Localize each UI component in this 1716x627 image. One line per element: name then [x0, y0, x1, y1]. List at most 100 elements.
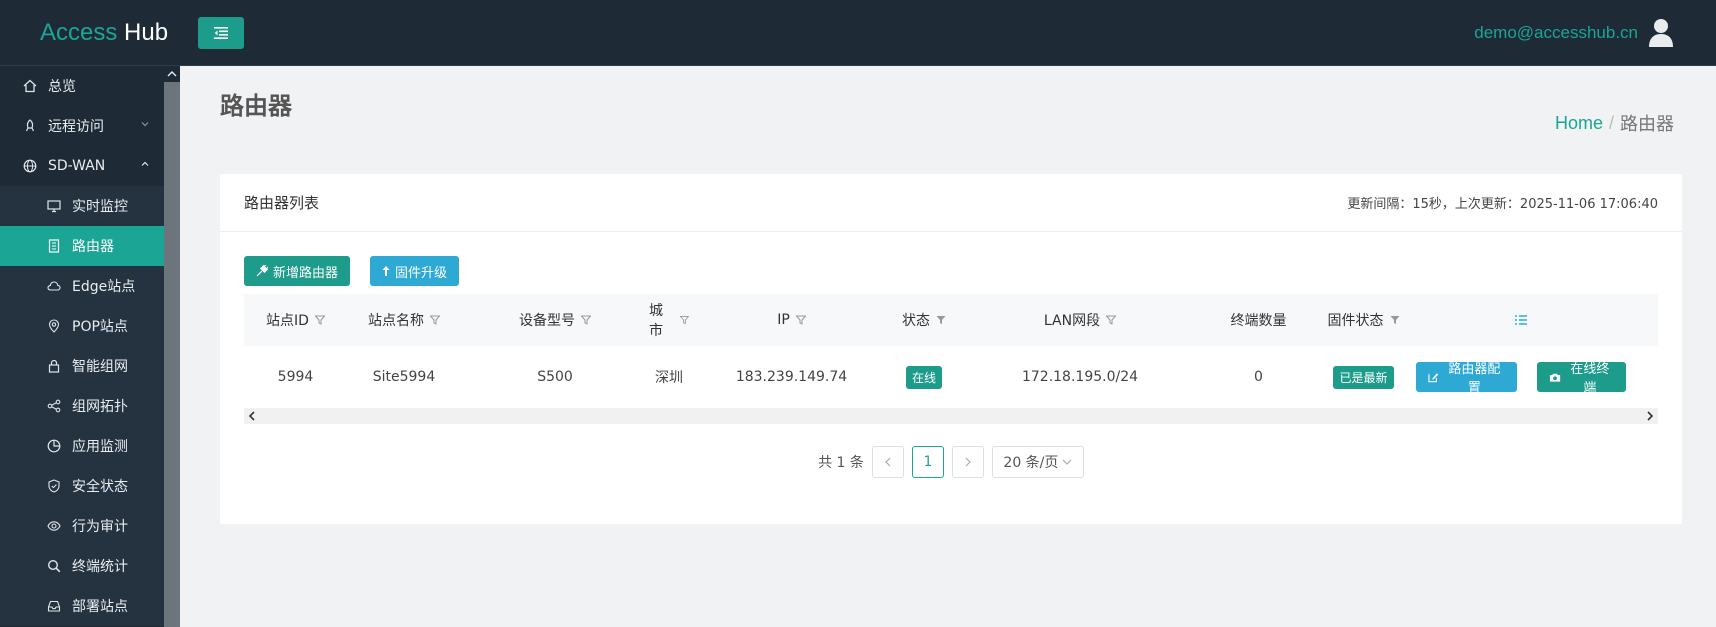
- scroll-left-arrow-icon[interactable]: [248, 411, 256, 421]
- prev-page-button[interactable]: [871, 446, 904, 478]
- header-site-id[interactable]: 站点ID: [244, 310, 347, 330]
- rocket-icon: [22, 118, 38, 134]
- search-icon: [46, 558, 62, 574]
- sidebar-item-remote-access[interactable]: 远程访问: [0, 106, 164, 146]
- status-badge: 在线: [905, 365, 942, 389]
- cell-city: 深圳: [655, 370, 683, 386]
- sidebar-item-topology[interactable]: 组网拓扑: [0, 386, 164, 426]
- sidebar-item-router[interactable]: 路由器: [0, 226, 164, 266]
- header-label: LAN网段: [1043, 313, 1101, 329]
- scroll-up-arrow-icon[interactable]: [164, 66, 180, 82]
- chevron-left-icon: [885, 457, 891, 467]
- pagination-total: 共 1 条: [818, 455, 864, 471]
- camera-icon: [1549, 373, 1560, 382]
- router-table: 站点ID 站点名称 设备型号 城市 IP 状态 LAN网段 终端数量 固件状态 …: [244, 294, 1658, 424]
- sidebar-scrollbar[interactable]: [164, 66, 180, 627]
- sidebar-item-behavior-audit[interactable]: 行为审计: [0, 506, 164, 546]
- user-area[interactable]: demo@accesshub.cn: [1474, 18, 1674, 48]
- sidebar-item-deploy-site[interactable]: 部署站点: [0, 586, 164, 626]
- header-label: 城市: [649, 303, 663, 339]
- scroll-right-arrow-icon[interactable]: [1646, 411, 1654, 421]
- table-row: 5994 Site5994 S500 深圳 183.239.149.74 在线 …: [244, 346, 1658, 408]
- brand-part1: Access: [40, 18, 118, 46]
- breadcrumb: Home / 路由器: [1555, 110, 1674, 136]
- next-page-button[interactable]: [951, 446, 984, 478]
- cell-lan: 172.18.195.0/24: [1021, 369, 1139, 385]
- monitor-icon: [46, 198, 62, 214]
- breadcrumb-home-link[interactable]: Home: [1555, 113, 1603, 134]
- menu-toggle-button[interactable]: [198, 16, 244, 49]
- breadcrumb-separator: /: [1608, 112, 1614, 133]
- filter-icon[interactable]: [430, 315, 440, 325]
- brand-logo[interactable]: Access Hub: [0, 18, 168, 47]
- online-terminals-button[interactable]: 在线终端: [1536, 361, 1626, 395]
- sidebar-item-label: SD-WAN: [48, 158, 106, 174]
- router-config-label: 路由器配置: [1448, 361, 1501, 395]
- chevron-up-icon: [141, 161, 149, 166]
- user-email[interactable]: demo@accesshub.cn: [1474, 23, 1638, 43]
- header-label: IP: [777, 312, 790, 328]
- firmware-badge: 已是最新: [1333, 365, 1394, 389]
- home-icon: [22, 78, 38, 94]
- cell-firmware: 已是最新: [1311, 365, 1416, 389]
- router-config-button[interactable]: 路由器配置: [1416, 361, 1517, 395]
- filter-icon[interactable]: [1106, 315, 1117, 325]
- column-list-icon[interactable]: [1515, 315, 1527, 325]
- sidebar-item-app-monitor[interactable]: 应用监测: [0, 426, 164, 466]
- sidebar-item-sd-wan[interactable]: SD-WAN: [0, 146, 164, 186]
- sidebar-item-security-status[interactable]: 安全状态: [0, 466, 164, 506]
- sidebar-item-label: 终端统计: [72, 559, 128, 575]
- filter-icon[interactable]: [314, 315, 325, 325]
- header-ip[interactable]: IP: [689, 312, 894, 328]
- router-icon: [46, 238, 62, 254]
- table-header: 站点ID 站点名称 设备型号 城市 IP 状态 LAN网段 终端数量 固件状态: [244, 294, 1658, 346]
- cell-status: 在线: [894, 365, 954, 389]
- sidebar-menu: 总览 远程访问 SD-WAN 实时监控 路由器 Edge站点 POP站点 智能组…: [0, 66, 164, 626]
- page-number-button[interactable]: 1: [911, 446, 944, 478]
- lock-icon: [46, 358, 62, 374]
- page-size-select[interactable]: 20 条/页: [991, 446, 1084, 478]
- sidebar-item-label: 远程访问: [48, 119, 104, 135]
- update-info: 更新间隔：15秒，上次更新：2025-11-06 17:06:40: [1347, 197, 1658, 212]
- online-terminals-label: 在线终端: [1570, 361, 1610, 395]
- pagination: 共 1 条 1 20 条/页: [220, 446, 1682, 478]
- main-content: 路由器 Home / 路由器 路由器列表 更新间隔：15秒，上次更新：2025-…: [180, 66, 1716, 627]
- add-router-button[interactable]: 新增路由器: [244, 256, 351, 286]
- sidebar-item-smart-network[interactable]: 智能组网: [0, 346, 164, 386]
- router-list-card: 路由器列表 更新间隔：15秒，上次更新：2025-11-06 17:06:40 …: [220, 174, 1682, 524]
- upload-arrow-icon: [382, 266, 390, 276]
- header-status[interactable]: 状态: [894, 310, 954, 330]
- inbox-icon: [46, 598, 62, 614]
- firmware-upgrade-label: 固件升级: [395, 264, 448, 280]
- user-avatar-icon[interactable]: [1648, 18, 1674, 48]
- plug-icon: [256, 265, 268, 277]
- header-actions[interactable]: [1416, 315, 1626, 325]
- share-icon: [46, 398, 62, 414]
- page-title: 路由器: [220, 92, 292, 120]
- sidebar-item-terminal-stats[interactable]: 终端统计: [0, 546, 164, 586]
- header-lan[interactable]: LAN网段: [954, 310, 1206, 330]
- table-horizontal-scrollbar[interactable]: [244, 408, 1658, 424]
- top-bar: Access Hub demo@accesshub.cn: [0, 0, 1716, 66]
- header-site-name[interactable]: 站点名称: [347, 310, 461, 330]
- header-model[interactable]: 设备型号: [461, 310, 649, 330]
- sidebar-item-label: 行为审计: [72, 519, 128, 535]
- header-city[interactable]: 城市: [649, 300, 689, 340]
- sidebar-item-edge-site[interactable]: Edge站点: [0, 266, 164, 306]
- filter-icon[interactable]: [581, 315, 591, 325]
- firmware-upgrade-button[interactable]: 固件升级: [370, 256, 460, 286]
- header-firmware[interactable]: 固件状态: [1311, 310, 1416, 330]
- sidebar-item-pop-site[interactable]: POP站点: [0, 306, 164, 346]
- sidebar-item-realtime-monitor[interactable]: 实时监控: [0, 186, 164, 226]
- sidebar-item-overview[interactable]: 总览: [0, 66, 164, 106]
- header-label: 状态: [902, 313, 930, 329]
- filter-filled-icon[interactable]: [1390, 315, 1400, 325]
- header-label: 站点ID: [266, 313, 309, 329]
- cell-ip: 183.239.149.74: [735, 369, 848, 385]
- header-label: 站点名称: [368, 313, 424, 329]
- sidebar-item-label: 应用监测: [72, 439, 128, 455]
- filter-icon[interactable]: [795, 315, 806, 325]
- filter-filled-icon[interactable]: [936, 315, 946, 325]
- sidebar-item-label: 安全状态: [72, 479, 128, 495]
- filter-icon[interactable]: [680, 315, 689, 325]
